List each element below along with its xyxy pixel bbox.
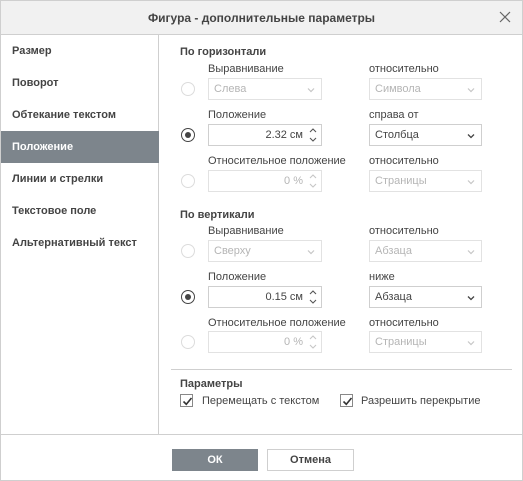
h-alignment-relative-label: относительно [369,63,439,75]
ok-button[interactable]: ОК [172,449,258,471]
sidebar-item-alt-text[interactable]: Альтернативный текст [1,227,159,259]
stepper-down-icon[interactable] [306,135,320,144]
sidebar-item-text-box[interactable]: Текстовое поле [1,195,159,227]
h-position-value: 2.32 см [265,129,303,141]
v-alignment-relative-select[interactable]: Абзаца [369,240,482,262]
sidebar-item-rotation[interactable]: Поворот [1,67,159,99]
h-alignment-relative-select[interactable]: Символа [369,78,482,100]
v-position-label: Положение [208,271,267,283]
v-alignment-relative-label: относительно [369,225,439,237]
vertical-section-title: По вертикали [180,209,255,221]
v-position-radio[interactable] [181,290,195,304]
v-position-relative-label: ниже [369,271,395,283]
options-section-title: Параметры [180,378,243,390]
allow-overlap-checkbox[interactable] [340,394,353,407]
chevron-down-icon [467,338,475,346]
chevron-down-icon [307,85,315,93]
h-position-relative-value: Столбца [375,129,419,141]
h-position-radio[interactable] [181,128,195,142]
v-relative-position-label: Относительное положение [208,317,346,329]
chevron-down-icon [467,85,475,93]
h-relative-position-label: Относительное положение [208,155,346,167]
v-relative-position-spinner[interactable]: 0 % [208,331,322,353]
v-alignment-label: Выравнивание [208,225,284,237]
stepper-up-icon[interactable] [306,333,320,342]
h-relative-position-value: 0 % [284,175,303,187]
h-relative-position-relative-value: Страницы [375,175,427,187]
sidebar-item-size[interactable]: Размер [1,35,159,67]
stepper-up-icon[interactable] [306,126,320,135]
stepper-down-icon[interactable] [306,181,320,190]
stepper-up-icon[interactable] [306,172,320,181]
position-panel: По горизонтали Выравнивание относительно… [160,35,522,434]
v-relative-position-value: 0 % [284,336,303,348]
v-alignment-select[interactable]: Сверху [208,240,322,262]
h-position-label: Положение [208,109,267,121]
v-alignment-radio[interactable] [181,244,195,258]
h-alignment-relative-value: Символа [375,83,421,95]
h-alignment-value: Слева [214,83,247,95]
chevron-down-icon [467,177,475,185]
stepper-up-icon[interactable] [306,288,320,297]
h-alignment-label: Выравнивание [208,63,284,75]
v-relative-position-relative-label: относительно [369,317,439,329]
stepper-buttons [306,126,320,144]
v-position-relative-value: Абзаца [375,291,412,303]
stepper-buttons [306,333,320,351]
sidebar-item-position[interactable]: Положение [1,131,159,163]
horizontal-section-title: По горизонтали [180,46,267,58]
cancel-button[interactable]: Отмена [267,449,354,471]
v-relative-position-relative-select[interactable]: Страницы [369,331,482,353]
v-position-spinner[interactable]: 0.15 см [208,286,322,308]
stepper-down-icon[interactable] [306,297,320,306]
v-relative-position-radio[interactable] [181,335,195,349]
sidebar-item-text-wrapping[interactable]: Обтекание текстом [1,99,159,131]
v-alignment-value: Сверху [214,245,251,257]
stepper-buttons [306,172,320,190]
h-position-spinner[interactable]: 2.32 см [208,124,322,146]
move-with-text-checkbox[interactable] [180,394,193,407]
dialog-title: Фигура - дополнительные параметры [147,11,376,25]
chevron-down-icon [467,131,475,139]
h-relative-position-relative-label: относительно [369,155,439,167]
close-icon[interactable] [498,10,512,24]
stepper-down-icon[interactable] [306,342,320,351]
section-divider [171,369,512,370]
v-position-relative-select[interactable]: Абзаца [369,286,482,308]
v-position-value: 0.15 см [265,291,303,303]
chevron-down-icon [467,293,475,301]
sidebar-item-lines-arrows[interactable]: Линии и стрелки [1,163,159,195]
h-position-relative-label: справа от [369,109,419,121]
h-position-relative-select[interactable]: Столбца [369,124,482,146]
settings-sidebar: Размер Поворот Обтекание текстом Положен… [1,35,159,434]
chevron-down-icon [467,247,475,255]
v-alignment-relative-value: Абзаца [375,245,412,257]
dialog-footer: ОК Отмена [1,434,522,480]
allow-overlap-label[interactable]: Разрешить перекрытие [361,395,481,407]
move-with-text-label[interactable]: Перемещать с текстом [202,395,319,407]
v-relative-position-relative-value: Страницы [375,336,427,348]
h-relative-position-radio[interactable] [181,174,195,188]
stepper-buttons [306,288,320,306]
h-relative-position-spinner[interactable]: 0 % [208,170,322,192]
advanced-settings-dialog: Фигура - дополнительные параметры Размер… [0,0,523,481]
h-alignment-select[interactable]: Слева [208,78,322,100]
h-relative-position-relative-select[interactable]: Страницы [369,170,482,192]
chevron-down-icon [307,247,315,255]
dialog-titlebar: Фигура - дополнительные параметры [1,1,522,35]
h-alignment-radio[interactable] [181,82,195,96]
